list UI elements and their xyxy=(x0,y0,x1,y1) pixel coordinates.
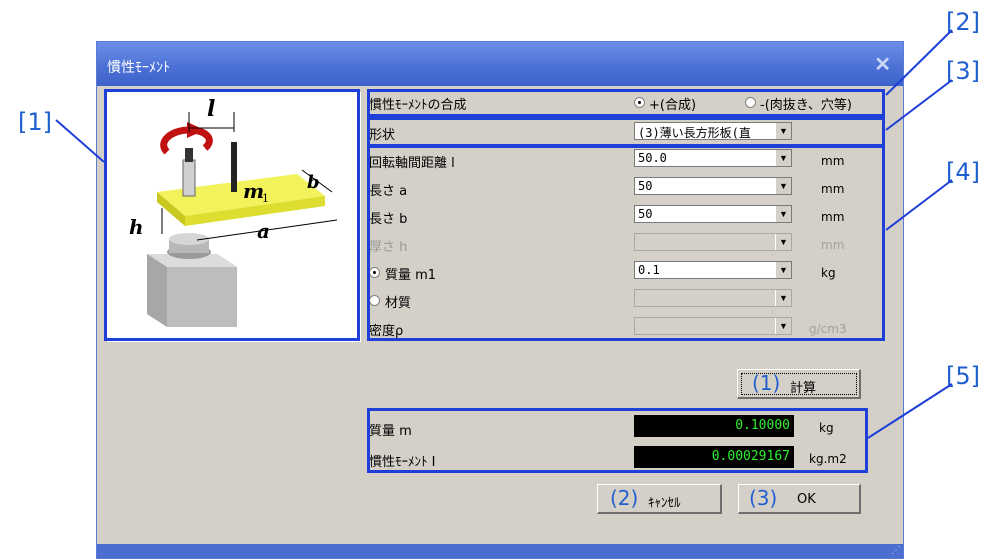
callout-leader-lines xyxy=(55,29,953,439)
